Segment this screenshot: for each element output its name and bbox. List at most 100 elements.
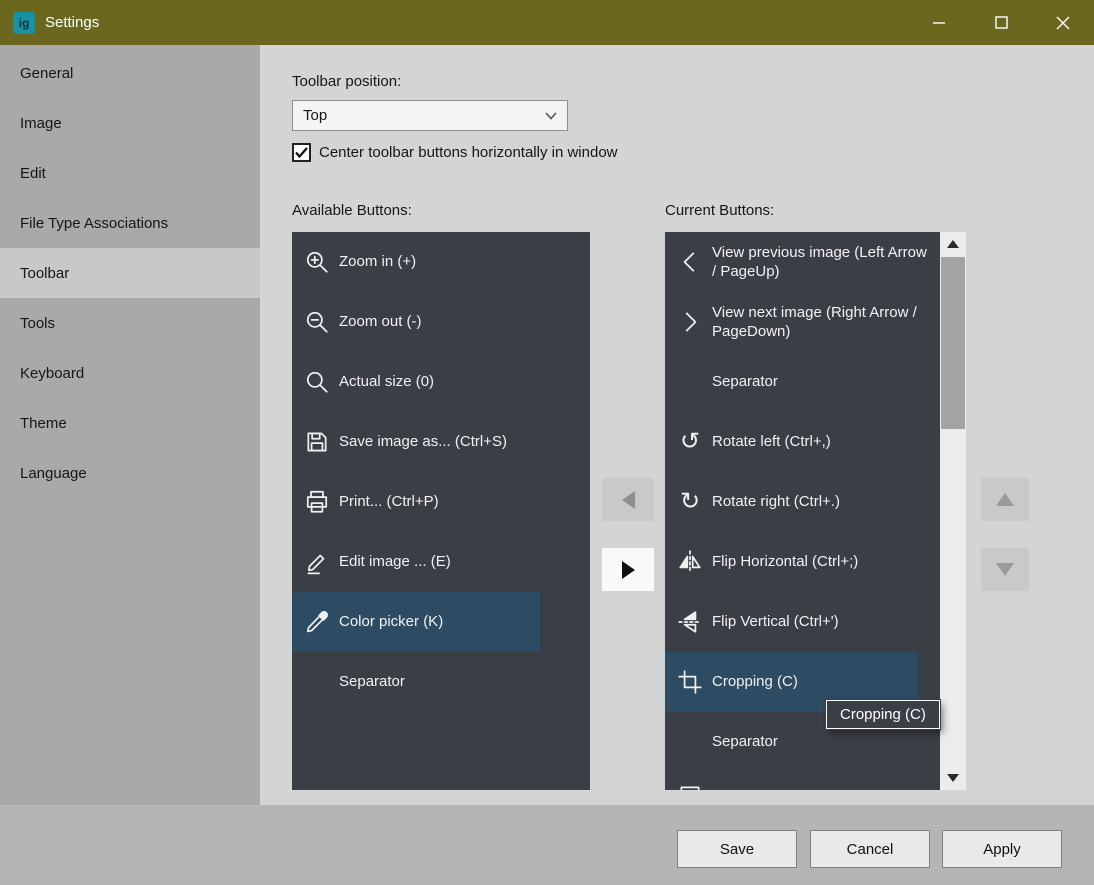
settings-window: ig Settings General Image Edit File Type As…	[0, 0, 1094, 885]
center-toolbar-checkbox[interactable]	[292, 143, 311, 162]
arrow-down-icon	[996, 563, 1014, 576]
rotate-left-icon: ↺	[679, 428, 701, 455]
current-buttons-label: Current Buttons:	[665, 202, 775, 219]
scroll-down-button[interactable]	[940, 766, 966, 790]
sidebar-item-general[interactable]: General	[0, 48, 260, 98]
title-bar: ig Settings	[0, 0, 1094, 45]
scroll-down-icon	[947, 774, 959, 782]
previous-image-icon	[676, 248, 704, 276]
item-label: Print... (Ctrl+P)	[339, 493, 439, 511]
move-item-up-button[interactable]	[981, 478, 1029, 521]
checkmark-icon	[295, 147, 308, 158]
item-label: Flip Vertical (Ctrl+')	[712, 613, 839, 631]
current-item-rotate-left-ctrl[interactable]: ↺ Rotate left (Ctrl+,)	[665, 412, 940, 472]
arrow-left-icon	[621, 490, 635, 509]
flip-horizontal-icon	[676, 548, 704, 576]
sidebar-item-theme[interactable]: Theme	[0, 398, 260, 448]
item-label: Separator	[339, 673, 405, 691]
item-label: Edit image ... (E)	[339, 553, 451, 571]
item-label: Rotate left (Ctrl+,)	[712, 433, 831, 451]
toolbar-position-label: Toolbar position:	[292, 73, 402, 90]
item-label: Rotate right (Ctrl+.)	[712, 493, 840, 511]
toolbar-position-dropdown[interactable]: Top	[292, 100, 568, 131]
maximize-button[interactable]	[970, 0, 1032, 45]
current-item-view-previous-image-left-arrow-pageup[interactable]: View previous image (Left Arrow / PageUp…	[665, 232, 940, 292]
footer-bar: Save Cancel Apply	[0, 805, 1094, 885]
maximize-icon	[994, 16, 1008, 29]
sidebar-item-keyboard[interactable]: Keyboard	[0, 348, 260, 398]
save-button[interactable]: Save	[677, 830, 797, 868]
scrollbar-thumb[interactable]	[941, 257, 965, 429]
item-label: Cropping (C)	[712, 673, 798, 691]
available-item-zoom-in[interactable]: Zoom in (+)	[292, 232, 590, 292]
edit-image-icon	[303, 548, 331, 576]
cancel-button[interactable]: Cancel	[810, 830, 930, 868]
chevron-down-icon	[545, 112, 557, 120]
item-label: Zoom in (+)	[339, 253, 417, 271]
app-icon: ig	[13, 11, 35, 34]
item-label: Actual size (0)	[339, 373, 435, 391]
move-item-down-button[interactable]	[981, 548, 1029, 591]
no-icon	[676, 728, 704, 756]
clipped-button-icon	[676, 782, 704, 790]
apply-button[interactable]: Apply	[942, 830, 1062, 868]
item-label: Color picker (K)	[339, 613, 444, 631]
minimize-button[interactable]	[908, 0, 970, 45]
sidebar-item-language[interactable]: Language	[0, 448, 260, 498]
color-picker-icon	[303, 608, 331, 636]
move-to-available-button[interactable]	[602, 478, 654, 521]
window-controls	[908, 0, 1094, 45]
actual-size-icon	[303, 368, 331, 396]
sidebar-item-tools[interactable]: Tools	[0, 298, 260, 348]
item-label: Zoom out (-)	[339, 313, 422, 331]
flip-vertical-icon	[676, 608, 704, 636]
toolbar-position-value: Top	[303, 107, 328, 124]
scroll-up-icon	[947, 240, 959, 248]
current-item-rotate-right-ctrl[interactable]: ↻ Rotate right (Ctrl+.)	[665, 472, 940, 532]
move-to-current-button[interactable]	[602, 548, 654, 591]
no-icon	[676, 368, 704, 396]
available-item-zoom-out[interactable]: Zoom out (-)	[292, 292, 590, 352]
center-toolbar-checkbox-label: Center toolbar buttons horizontally in w…	[319, 144, 618, 161]
arrow-right-icon	[621, 560, 635, 579]
current-item-separator[interactable]: Separator	[665, 352, 940, 412]
item-label: Separator	[712, 733, 778, 751]
item-label: Save image as... (Ctrl+S)	[339, 433, 507, 451]
available-item-separator[interactable]: Separator	[292, 652, 590, 712]
available-buttons-list[interactable]: Zoom in (+) Zoom out (-) Actual size (0) Sa…	[292, 232, 590, 790]
center-toolbar-checkbox-row[interactable]: Center toolbar buttons horizontally in w…	[292, 143, 618, 162]
close-button[interactable]	[1032, 0, 1094, 45]
available-buttons-label: Available Buttons:	[292, 202, 412, 219]
save-icon	[303, 428, 331, 456]
minimize-icon	[932, 22, 945, 24]
close-icon	[1056, 16, 1070, 29]
available-item-print-ctrl-p[interactable]: Print... (Ctrl+P)	[292, 472, 590, 532]
item-label: Separator	[712, 373, 778, 391]
item-label: Flip Horizontal (Ctrl+;)	[712, 553, 859, 571]
current-item-flip-horizontal-ctrl[interactable]: Flip Horizontal (Ctrl+;)	[665, 532, 940, 592]
available-item-color-picker-k[interactable]: Color picker (K)	[292, 592, 540, 652]
available-item-actual-size-0[interactable]: Actual size (0)	[292, 352, 590, 412]
arrow-up-icon	[996, 493, 1014, 506]
current-item-view-next-image-right-arrow-pagedown[interactable]: View next image (Right Arrow / PageDown)	[665, 292, 940, 352]
current-item-clipped[interactable]	[665, 772, 940, 790]
available-item-edit-image-e[interactable]: Edit image ... (E)	[292, 532, 590, 592]
current-item-flip-vertical-ctrl[interactable]: Flip Vertical (Ctrl+')	[665, 592, 940, 652]
crop-icon	[676, 668, 704, 696]
sidebar-item-toolbar[interactable]: Toolbar	[0, 248, 260, 298]
sidebar-item-file-type-associations[interactable]: File Type Associations	[0, 198, 260, 248]
tooltip: Cropping (C)	[826, 700, 940, 729]
print-icon	[303, 488, 331, 516]
current-list-scrollbar[interactable]	[940, 232, 966, 790]
scroll-up-button[interactable]	[940, 232, 966, 256]
sidebar-item-edit[interactable]: Edit	[0, 148, 260, 198]
item-label: View next image (Right Arrow / PageDown)	[712, 303, 917, 341]
available-item-save-image-as-ctrl-s[interactable]: Save image as... (Ctrl+S)	[292, 412, 590, 472]
zoom-in-icon	[303, 248, 331, 276]
no-icon	[303, 668, 331, 696]
sidebar-item-image[interactable]: Image	[0, 98, 260, 148]
item-label: View previous image (Left Arrow / PageUp…	[712, 243, 927, 281]
sidebar: General Image Edit File Type Associations To…	[0, 45, 260, 805]
window-title: Settings	[45, 14, 100, 31]
rotate-right-icon: ↻	[679, 488, 701, 515]
